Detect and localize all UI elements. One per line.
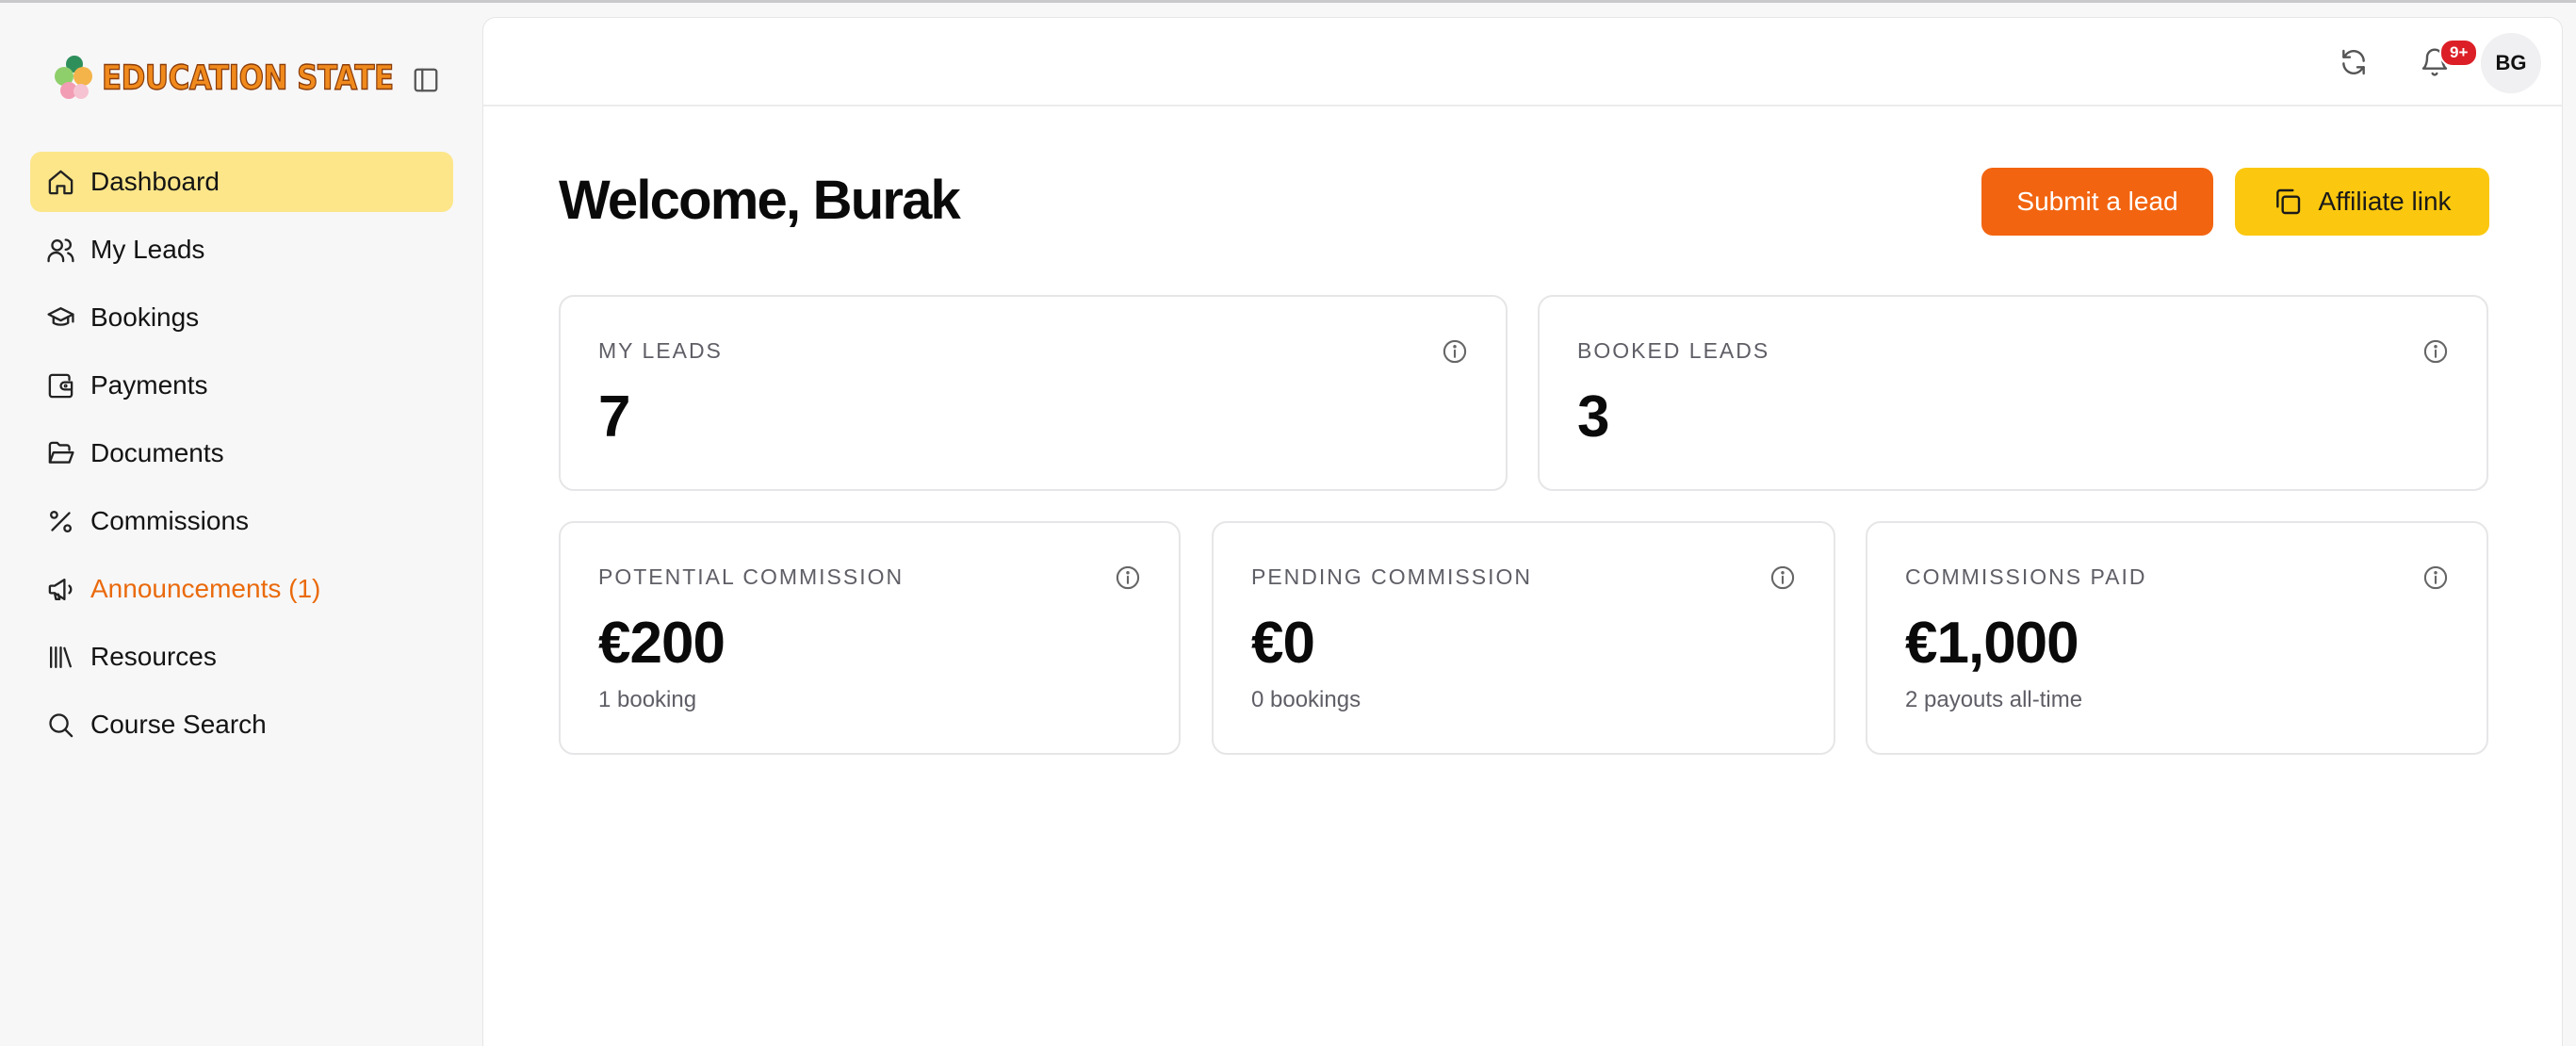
sidebar-item-my-leads[interactable]: My Leads bbox=[30, 220, 453, 280]
sidebar-item-label: Payments bbox=[90, 370, 208, 400]
brand-logo[interactable]: EDUCATION STATE bbox=[53, 52, 395, 105]
notification-count-badge: 9+ bbox=[2439, 39, 2479, 67]
refresh-icon bbox=[2342, 49, 2365, 75]
clover-logo-icon bbox=[53, 54, 94, 103]
stat-value: 7 bbox=[598, 384, 630, 449]
notifications-button[interactable]: 9+ bbox=[2411, 39, 2479, 86]
info-icon[interactable] bbox=[2422, 564, 2449, 591]
stat-label: PENDING COMMISSION bbox=[1251, 564, 1532, 589]
stat-value: €200 bbox=[598, 611, 726, 676]
stat-card-potential-commission: POTENTIAL COMMISSION €200 1 booking bbox=[559, 521, 1181, 755]
megaphone-icon bbox=[45, 574, 75, 604]
stat-label: MY LEADS bbox=[598, 338, 723, 363]
sidebar-collapse-button[interactable] bbox=[409, 63, 443, 97]
search-icon bbox=[45, 710, 75, 740]
brand-name: EDUCATION STATE bbox=[101, 58, 394, 99]
affiliate-link-button[interactable]: Affiliate link bbox=[2235, 168, 2489, 236]
sidebar-item-bookings[interactable]: Bookings bbox=[30, 287, 453, 348]
users-icon bbox=[45, 235, 75, 265]
sidebar-item-payments[interactable]: Payments bbox=[30, 355, 453, 416]
stat-card-pending-commission: PENDING COMMISSION €0 0 bookings bbox=[1212, 521, 1835, 755]
stat-value: €1,000 bbox=[1905, 611, 2079, 676]
sidebar-item-resources[interactable]: Resources bbox=[30, 627, 453, 687]
stat-label: BOOKED LEADS bbox=[1577, 338, 1770, 363]
info-icon[interactable] bbox=[1115, 564, 1141, 591]
sidebar-item-commissions[interactable]: Commissions bbox=[30, 491, 453, 551]
library-icon bbox=[45, 642, 75, 672]
stat-label: POTENTIAL COMMISSION bbox=[598, 564, 905, 589]
sidebar-item-label: Course Search bbox=[90, 710, 267, 739]
sidebar-item-course-search[interactable]: Course Search bbox=[30, 695, 453, 755]
submit-lead-button[interactable]: Submit a lead bbox=[1981, 168, 2213, 236]
avatar[interactable]: BG bbox=[2481, 33, 2541, 93]
info-icon[interactable] bbox=[1442, 338, 1468, 365]
sidebar-item-label: Announcements (1) bbox=[90, 574, 321, 603]
sidebar-item-label: Bookings bbox=[90, 302, 200, 332]
stat-value: €0 bbox=[1251, 611, 1315, 676]
stat-card-my-leads: MY LEADS 7 bbox=[559, 295, 1508, 491]
stat-card-booked-leads: BOOKED LEADS 3 bbox=[1538, 295, 2488, 491]
home-icon bbox=[45, 167, 75, 197]
graduation-cap-icon bbox=[45, 302, 75, 333]
sidebar: EDUCATION STATE Dashboard My Leads Booki… bbox=[0, 3, 482, 1046]
sidebar-item-label: Commissions bbox=[90, 506, 250, 535]
info-icon[interactable] bbox=[1769, 564, 1796, 591]
stat-value: 3 bbox=[1577, 384, 1609, 449]
stat-subtext: 1 booking bbox=[598, 687, 697, 712]
affiliate-link-label: Affiliate link bbox=[2318, 187, 2452, 216]
folder-open-icon bbox=[45, 438, 75, 468]
stat-card-commissions-paid: COMMISSIONS PAID €1,000 2 payouts all-ti… bbox=[1866, 521, 2488, 755]
percent-icon bbox=[45, 506, 75, 536]
info-icon[interactable] bbox=[2422, 338, 2449, 365]
sidebar-item-dashboard[interactable]: Dashboard bbox=[30, 152, 453, 212]
sidebar-item-label: Dashboard bbox=[90, 167, 220, 196]
sidebar-item-label: My Leads bbox=[90, 235, 205, 264]
stat-subtext: 2 payouts all-time bbox=[1905, 687, 2083, 712]
panel-left-icon bbox=[414, 68, 438, 92]
sidebar-item-announcements[interactable]: Announcements (1) bbox=[30, 559, 453, 619]
sidebar-item-label: Resources bbox=[90, 642, 217, 671]
stat-label: COMMISSIONS PAID bbox=[1905, 564, 2147, 589]
wallet-icon bbox=[45, 370, 75, 400]
sidebar-nav: Dashboard My Leads Bookings Payments Doc… bbox=[30, 152, 453, 762]
copy-icon bbox=[2276, 188, 2301, 215]
refresh-button[interactable] bbox=[2330, 39, 2377, 86]
top-bar: 9+ BG bbox=[483, 18, 2562, 106]
page-title: Welcome, Burak bbox=[559, 170, 961, 231]
sidebar-item-documents[interactable]: Documents bbox=[30, 423, 453, 483]
main-panel: 9+ BG Welcome, Burak Submit a lead Affil… bbox=[482, 17, 2563, 1046]
sidebar-item-label: Documents bbox=[90, 438, 224, 467]
stat-subtext: 0 bookings bbox=[1251, 687, 1361, 712]
